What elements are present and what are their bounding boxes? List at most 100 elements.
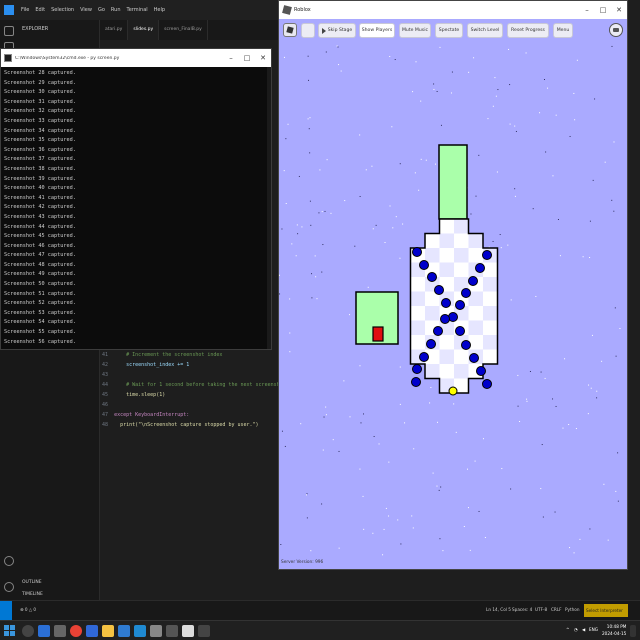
terminal-taskbar-icon[interactable] (166, 625, 178, 637)
app-icon[interactable] (198, 625, 210, 637)
maximize-icon[interactable]: □ (239, 54, 255, 62)
timeline-section[interactable]: TIMELINE (22, 592, 43, 597)
background-speck (603, 483, 605, 485)
volume-icon[interactable]: ◀ (582, 627, 585, 632)
background-speck (540, 371, 542, 373)
wifi-icon[interactable]: ◔ (574, 627, 578, 632)
menu-go[interactable]: Go (95, 7, 108, 13)
indentation[interactable]: Spaces: 4 (512, 607, 532, 612)
clock[interactable]: 10:48 PM 2024-04-15 (602, 623, 626, 637)
background-speck (543, 79, 545, 81)
encoding[interactable]: UTF-8 (535, 607, 547, 612)
minimize-icon[interactable]: – (223, 54, 239, 62)
console-line: Screenshot 36 captured. (4, 146, 76, 153)
floor-tile (454, 262, 469, 277)
background-speck (359, 195, 361, 197)
backpack-icon[interactable] (301, 23, 315, 38)
select-interpreter-button[interactable]: Select Interpreter (584, 604, 628, 617)
background-speck (439, 46, 441, 48)
app-icon[interactable] (86, 625, 98, 637)
background-speck (283, 170, 285, 172)
switch-level-button[interactable]: Switch Level (467, 23, 503, 38)
background-speck (343, 380, 345, 382)
reset-progress-button[interactable]: Reset Progress (507, 23, 549, 38)
roblox-taskbar-icon[interactable] (182, 625, 194, 637)
play-icon (321, 27, 326, 34)
background-speck (440, 124, 442, 126)
background-speck (433, 83, 435, 85)
background-speck (555, 405, 557, 407)
account-icon[interactable] (4, 556, 14, 566)
background-speck (321, 503, 323, 505)
background-speck (588, 384, 590, 386)
menu-terminal[interactable]: Terminal (124, 7, 151, 13)
background-speck (500, 247, 502, 249)
edge-browser-icon[interactable] (38, 625, 50, 637)
close-icon[interactable]: ✕ (611, 6, 627, 14)
remote-indicator-icon[interactable] (0, 601, 12, 620)
console-line: Screenshot 46 captured. (4, 242, 76, 249)
game-viewport[interactable] (279, 1, 628, 570)
floor-tile (483, 262, 498, 277)
clock-date: 2024-04-15 (602, 631, 627, 636)
notifications-icon[interactable] (630, 625, 636, 637)
background-speck (613, 141, 615, 143)
spectate-button[interactable]: Spectate (435, 23, 463, 38)
background-speck (321, 211, 323, 213)
menu-file[interactable]: File (18, 7, 32, 13)
menu-edit[interactable]: Edit (32, 7, 48, 13)
file-explorer-icon[interactable] (102, 625, 114, 637)
tab-screen-final[interactable]: screen_FinalB.py (159, 20, 208, 40)
windows-start-icon[interactable] (4, 625, 16, 637)
background-speck (281, 228, 283, 230)
console-line: Screenshot 51 captured. (4, 290, 76, 297)
roblox-menu-icon[interactable] (283, 23, 297, 37)
menu-selection[interactable]: Selection (48, 7, 77, 13)
background-speck (412, 527, 414, 529)
chat-icon[interactable] (609, 23, 623, 37)
task-view-icon[interactable] (54, 625, 66, 637)
menu-help[interactable]: Help (151, 7, 168, 13)
menu-run[interactable]: Run (108, 7, 124, 13)
console-scrollbar[interactable] (267, 67, 271, 349)
tab-slides[interactable]: slides.py (128, 20, 160, 40)
floor-tile (410, 335, 425, 350)
background-speck (316, 298, 318, 300)
background-speck (308, 79, 310, 81)
app-icon[interactable] (150, 625, 162, 637)
minimize-icon[interactable]: – (579, 6, 595, 14)
menu-view[interactable]: View (77, 7, 95, 13)
roblox-titlebar[interactable]: Roblox – □ ✕ (279, 1, 627, 19)
cursor-position[interactable]: Ln 14, Col 5 (486, 607, 511, 612)
search-icon[interactable] (22, 625, 34, 637)
vscode-taskbar-icon[interactable] (134, 625, 146, 637)
input-language[interactable]: ENG (589, 627, 598, 632)
language-mode[interactable]: Python (565, 607, 580, 612)
close-icon[interactable]: ✕ (255, 54, 271, 62)
tray-chevron-icon[interactable]: ^ (566, 627, 570, 632)
console-line: Screenshot 42 captured. (4, 204, 76, 211)
maximize-icon[interactable]: □ (595, 6, 611, 14)
tab-atari[interactable]: atari.py (100, 20, 129, 40)
mute-music-button[interactable]: Mute Music (399, 23, 431, 38)
app-icon[interactable] (118, 625, 130, 637)
show-players-button[interactable]: Show Players (359, 23, 395, 38)
explorer-icon[interactable] (4, 26, 14, 36)
line-ending[interactable]: CRLF (551, 607, 562, 612)
game-toolbar: Skip Stage Show Players Mute Music Spect… (279, 19, 627, 45)
background-speck (433, 88, 435, 90)
menu-button[interactable]: Menu (553, 23, 573, 38)
console-titlebar[interactable]: C:\Windows\System32\cmd.exe - py screen.… (1, 49, 271, 67)
background-speck (383, 528, 385, 530)
background-speck (388, 515, 390, 517)
outline-section[interactable]: OUTLINE (22, 580, 42, 585)
background-speck (321, 271, 323, 273)
enemy-dot (440, 314, 450, 324)
floor-tile (439, 248, 454, 263)
background-speck (300, 423, 302, 425)
chrome-icon[interactable] (70, 625, 82, 637)
code-editor[interactable]: 41 # Increment the screenshot index 42 s… (100, 340, 286, 560)
settings-gear-icon[interactable] (4, 582, 14, 592)
skip-stage-button[interactable]: Skip Stage (318, 23, 356, 38)
errors-warnings-icon[interactable]: ⊗ 0 △ 0 (20, 607, 36, 612)
